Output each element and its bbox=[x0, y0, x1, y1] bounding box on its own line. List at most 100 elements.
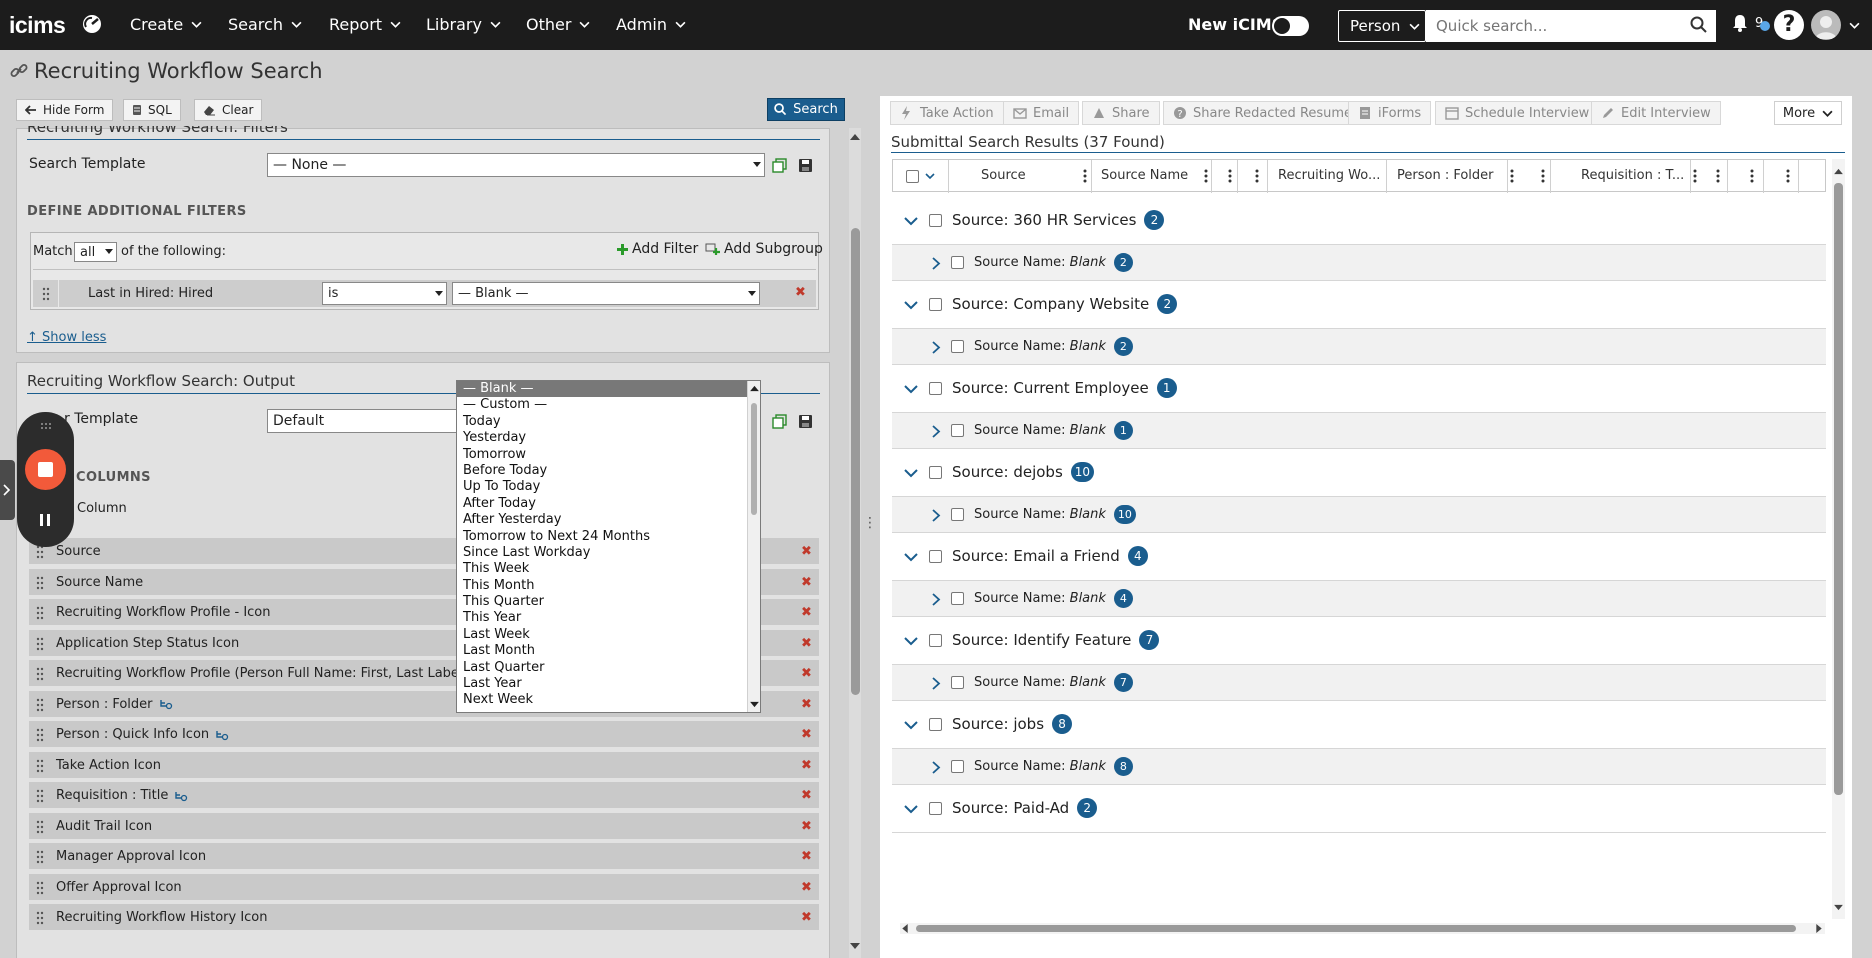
drag-handle-icon[interactable] bbox=[36, 576, 44, 590]
expand-chevron-icon[interactable] bbox=[932, 761, 941, 774]
result-subgroup-row[interactable]: Source Name: Blank 7 bbox=[892, 665, 1826, 701]
scroll-down-icon[interactable] bbox=[1834, 904, 1843, 911]
avatar[interactable] bbox=[1811, 10, 1841, 40]
dropdown-option[interactable]: Today bbox=[457, 414, 760, 430]
action-button-email[interactable]: Email bbox=[1003, 101, 1080, 125]
dropdown-option[interactable]: This Year bbox=[457, 610, 760, 626]
result-group-row[interactable]: Source: Paid-Ad 2 bbox=[892, 785, 1826, 833]
drag-handle-icon[interactable] bbox=[36, 820, 44, 834]
scroll-up-icon[interactable] bbox=[850, 133, 860, 141]
results-scrollbar-thumb[interactable] bbox=[1834, 183, 1843, 795]
collapse-chevron-icon[interactable] bbox=[904, 720, 918, 730]
dropdown-option[interactable]: Last Month bbox=[457, 643, 760, 659]
nav-admin[interactable]: Admin bbox=[616, 15, 686, 34]
column-header-requisition[interactable]: Requisition : T... bbox=[1581, 168, 1684, 183]
dropdown-option[interactable]: Last Week bbox=[457, 627, 760, 643]
group-checkbox[interactable] bbox=[929, 298, 942, 311]
dropdown-option[interactable]: After Yesterday bbox=[457, 512, 760, 528]
remove-column-icon[interactable]: ✖ bbox=[801, 544, 812, 559]
collapse-chevron-icon[interactable] bbox=[904, 216, 918, 226]
result-subgroup-row[interactable]: Source Name: Blank 1 bbox=[892, 413, 1826, 449]
scroll-up-icon[interactable] bbox=[750, 385, 759, 392]
dropdown-option[interactable]: — Blank — bbox=[457, 381, 760, 398]
pane-resize-handle[interactable]: ⋮ bbox=[863, 515, 877, 531]
action-button-iforms[interactable]: iForms bbox=[1348, 101, 1432, 125]
column-menu-icon[interactable] bbox=[1541, 169, 1545, 183]
group-checkbox[interactable] bbox=[929, 382, 942, 395]
column-menu-icon[interactable] bbox=[1255, 169, 1259, 183]
drag-handle-icon[interactable] bbox=[36, 637, 44, 651]
remove-filter-icon[interactable]: ✖ bbox=[795, 285, 806, 300]
drag-handle-icon[interactable] bbox=[36, 850, 44, 864]
chevron-down-icon[interactable] bbox=[1849, 20, 1860, 31]
dropdown-option[interactable]: Next Week bbox=[457, 692, 760, 708]
output-column-row[interactable]: Manager Approval Icon ✖ bbox=[29, 843, 819, 871]
match-select[interactable]: all bbox=[74, 242, 117, 262]
result-group-row[interactable]: Source: Company Website 2 bbox=[892, 281, 1826, 329]
hide-form-button[interactable]: Hide Form bbox=[16, 99, 114, 121]
column-header-person-folder[interactable]: Person : Folder bbox=[1397, 168, 1494, 183]
subgroup-checkbox[interactable] bbox=[951, 592, 964, 605]
drag-handle-icon[interactable] bbox=[36, 667, 44, 681]
remove-column-icon[interactable]: ✖ bbox=[801, 819, 812, 834]
output-column-row[interactable]: Requisition : Title ✖ bbox=[29, 782, 819, 810]
remove-column-icon[interactable]: ✖ bbox=[801, 788, 812, 803]
action-button-edit-interview[interactable]: Edit Interview bbox=[1591, 101, 1721, 125]
remove-column-icon[interactable]: ✖ bbox=[801, 849, 812, 864]
remove-column-icon[interactable]: ✖ bbox=[801, 910, 812, 925]
collapse-chevron-icon[interactable] bbox=[904, 300, 918, 310]
nav-search[interactable]: Search bbox=[228, 15, 302, 34]
column-header-source-name[interactable]: Source Name bbox=[1101, 168, 1188, 183]
output-template-select[interactable]: Default bbox=[267, 409, 467, 433]
select-all-checkbox[interactable] bbox=[906, 170, 919, 183]
action-button-share[interactable]: Share bbox=[1082, 101, 1160, 125]
result-subgroup-row[interactable]: Source Name: Blank 8 bbox=[892, 749, 1826, 785]
remove-column-icon[interactable]: ✖ bbox=[801, 727, 812, 742]
dropdown-scrollbar[interactable] bbox=[747, 381, 760, 712]
dropdown-option[interactable]: Yesterday bbox=[457, 430, 760, 446]
new-icims-toggle[interactable] bbox=[1272, 16, 1309, 36]
remove-column-icon[interactable]: ✖ bbox=[801, 666, 812, 681]
column-menu-icon[interactable] bbox=[1750, 169, 1754, 183]
pause-icon[interactable] bbox=[38, 512, 52, 528]
column-menu-icon[interactable] bbox=[1693, 169, 1697, 183]
dropdown-option[interactable]: Tomorrow bbox=[457, 447, 760, 463]
results-horizontal-scrollbar[interactable] bbox=[900, 923, 1825, 934]
drag-handle-icon[interactable] bbox=[36, 789, 44, 803]
subgroup-checkbox[interactable] bbox=[951, 676, 964, 689]
result-subgroup-row[interactable]: Source Name: Blank 10 bbox=[892, 497, 1826, 533]
group-checkbox[interactable] bbox=[929, 466, 942, 479]
quick-search-input[interactable] bbox=[1426, 10, 1716, 42]
remove-column-icon[interactable]: ✖ bbox=[801, 636, 812, 651]
nav-report[interactable]: Report bbox=[329, 15, 401, 34]
results-vertical-scrollbar[interactable] bbox=[1832, 159, 1845, 919]
column-menu-icon[interactable] bbox=[1716, 169, 1720, 183]
drag-handle-icon[interactable] bbox=[36, 911, 44, 925]
scroll-down-icon[interactable] bbox=[850, 942, 860, 950]
action-button-schedule-interview[interactable]: Schedule Interview bbox=[1435, 101, 1600, 125]
expand-chevron-icon[interactable] bbox=[932, 257, 941, 270]
bell-icon[interactable] bbox=[1731, 13, 1749, 33]
dropdown-option[interactable]: Last Quarter bbox=[457, 660, 760, 676]
search-icon[interactable] bbox=[1690, 16, 1708, 34]
show-less-link[interactable]: ↑ Show less bbox=[27, 330, 106, 345]
form-scrollbar-thumb[interactable] bbox=[851, 228, 860, 695]
drag-handle-icon[interactable] bbox=[36, 881, 44, 895]
group-checkbox[interactable] bbox=[929, 214, 942, 227]
subgroup-checkbox[interactable] bbox=[951, 256, 964, 269]
more-button[interactable]: More bbox=[1774, 101, 1842, 125]
search-button[interactable]: Search bbox=[767, 98, 845, 121]
result-subgroup-row[interactable]: Source Name: Blank 2 bbox=[892, 329, 1826, 365]
collapse-chevron-icon[interactable] bbox=[904, 384, 918, 394]
result-group-row[interactable]: Source: Email a Friend 4 bbox=[892, 533, 1826, 581]
subgroup-checkbox[interactable] bbox=[951, 760, 964, 773]
side-panel-tab[interactable] bbox=[0, 460, 15, 520]
nav-library[interactable]: Library bbox=[426, 15, 501, 34]
subgroup-checkbox[interactable] bbox=[951, 424, 964, 437]
expand-chevron-icon[interactable] bbox=[932, 677, 941, 690]
add-filter-link[interactable]: Add Filter bbox=[616, 241, 698, 257]
add-subgroup-link[interactable]: Add Subgroup bbox=[705, 241, 823, 257]
action-button-share-redacted-resume[interactable]: ? Share Redacted Resume bbox=[1163, 101, 1363, 125]
collapse-chevron-icon[interactable] bbox=[904, 636, 918, 646]
group-checkbox[interactable] bbox=[929, 634, 942, 647]
